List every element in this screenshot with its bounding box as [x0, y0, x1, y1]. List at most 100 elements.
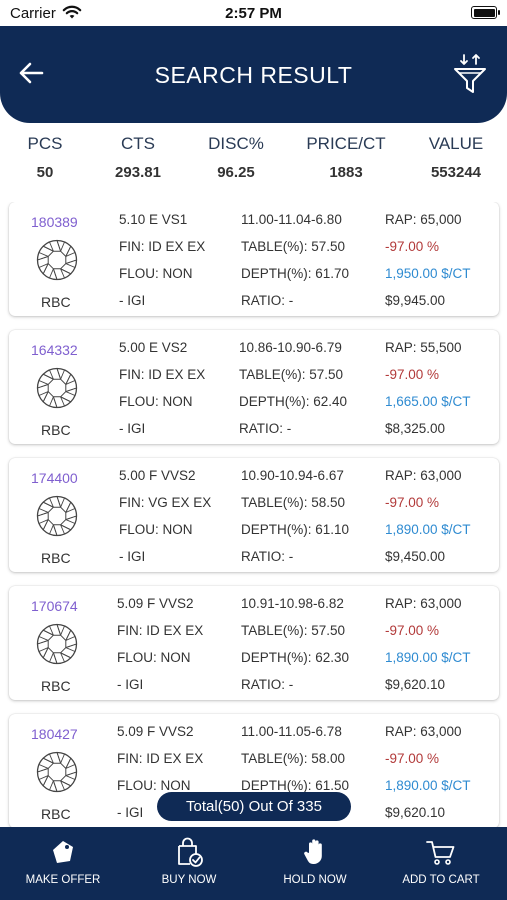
fluorescence: FLOU: NON: [119, 522, 193, 537]
lab: - IGI: [119, 421, 146, 436]
measurements: 10.86-10.90-6.79: [239, 340, 342, 355]
lab: - IGI: [117, 805, 144, 820]
discount-percent: -97.00 %: [385, 751, 440, 766]
depth-percent: DEPTH(%): 62.30: [241, 650, 350, 665]
summary-label: PRICE/CT: [306, 134, 386, 153]
rap-price: RAP: 63,000: [385, 724, 462, 739]
stone-card[interactable]: 170674 RBC 5.09 F VVS2 FIN: ID EX EX FLOU: N…: [9, 586, 499, 700]
table-percent: TABLE(%): 57.50: [239, 367, 344, 382]
price-per-carat: 1,665.00 $/CT: [385, 394, 471, 409]
summary-label: PCS: [27, 134, 63, 153]
carat-color-clarity: 5.09 F VVS2: [117, 596, 194, 611]
stone-shape: RBC: [41, 294, 71, 310]
discount-percent: -97.00 %: [385, 623, 440, 638]
make-offer-label: MAKE OFFER: [25, 874, 101, 886]
round-diamond-icon: [36, 367, 78, 409]
ratio: RATIO: -: [241, 293, 294, 308]
tag-icon: [53, 841, 73, 863]
stone-id-link[interactable]: 180389: [31, 214, 78, 230]
app-header: SEARCH RESULT: [0, 26, 507, 123]
stone-id-link[interactable]: 180427: [31, 726, 78, 742]
stone-list[interactable]: 180389 RBC 5.10 E VS1 FIN: ID EX EX FLOU: NO…: [0, 202, 507, 827]
make-offer-button[interactable]: MAKE OFFER: [0, 827, 126, 900]
stone-shape: RBC: [41, 678, 71, 694]
stone-card[interactable]: 164332 RBC 5.00 E VS2 FIN: ID EX EX FLOU: NO…: [9, 330, 499, 444]
cart-icon: [426, 841, 455, 865]
fluorescence: FLOU: NON: [117, 650, 191, 665]
stone-id-link[interactable]: 170674: [31, 598, 78, 614]
clock: 2:57 PM: [225, 5, 282, 22]
summary-value: 553244: [430, 164, 482, 181]
total-amount: $9,620.10: [385, 677, 446, 692]
rap-price: RAP: 55,500: [385, 340, 462, 355]
finish: FIN: ID EX EX: [119, 367, 206, 382]
fluorescence: FLOU: NON: [119, 266, 193, 281]
add-to-cart-button[interactable]: ADD TO CART: [378, 827, 504, 900]
carat-color-clarity: 5.10 E VS1: [119, 212, 188, 227]
ratio: RATIO: -: [241, 677, 294, 692]
summary-value-total: VALUE 553244: [414, 134, 498, 181]
finish: FIN: ID EX EX: [117, 751, 204, 766]
ratio: RATIO: -: [239, 421, 292, 436]
discount-percent: -97.00 %: [385, 239, 440, 254]
total-amount: $9,450.00: [385, 549, 446, 564]
summary-disc: DISC% 96.25: [196, 134, 276, 181]
summary-bar: PCS 50 CTS 293.81 DISC% 96.25 PRICE/CT 1…: [0, 134, 507, 192]
hold-now-button[interactable]: HOLD NOW: [252, 827, 378, 900]
stone-shape: RBC: [41, 422, 71, 438]
finish: FIN: ID EX EX: [117, 623, 204, 638]
page-title: SEARCH RESULT: [154, 62, 353, 88]
filter-sort-icon[interactable]: [453, 52, 487, 94]
lab: - IGI: [119, 549, 146, 564]
measurements: 10.90-10.94-6.67: [241, 468, 344, 483]
status-bar: Carrier 2:57 PM: [0, 0, 507, 26]
stone-card[interactable]: 180389 RBC 5.10 E VS1 FIN: ID EX EX FLOU: NO…: [9, 202, 499, 316]
table-percent: TABLE(%): 58.00: [241, 751, 346, 766]
finish: FIN: ID EX EX: [119, 239, 206, 254]
summary-value: 50: [36, 164, 54, 181]
stone-shape: RBC: [41, 550, 71, 566]
summary-value: 1883: [329, 164, 363, 181]
buy-now-label: BUY NOW: [161, 874, 217, 886]
hold-now-label: HOLD NOW: [283, 874, 347, 886]
price-per-carat: 1,890.00 $/CT: [385, 522, 471, 537]
carat-color-clarity: 5.00 E VS2: [119, 340, 188, 355]
round-diamond-icon: [36, 239, 78, 281]
shopping-bag-check-icon: [178, 837, 203, 867]
summary-pcs: PCS 50: [20, 134, 70, 181]
round-diamond-icon: [36, 623, 78, 665]
buy-now-button[interactable]: BUY NOW: [126, 827, 252, 900]
depth-percent: DEPTH(%): 62.40: [239, 394, 348, 409]
stone-id-link[interactable]: 174400: [31, 470, 78, 486]
rap-price: RAP: 63,000: [385, 596, 462, 611]
carat-color-clarity: 5.09 F VVS2: [117, 724, 194, 739]
carat-color-clarity: 5.00 F VVS2: [119, 468, 196, 483]
total-amount: $9,945.00: [385, 293, 446, 308]
discount-percent: -97.00 %: [385, 367, 440, 382]
rap-price: RAP: 65,000: [385, 212, 462, 227]
summary-label: VALUE: [428, 134, 484, 153]
table-percent: TABLE(%): 57.50: [241, 623, 346, 638]
round-diamond-icon: [36, 751, 78, 793]
price-per-carat: 1,890.00 $/CT: [385, 650, 471, 665]
stone-shape: RBC: [41, 806, 71, 822]
depth-percent: DEPTH(%): 61.70: [241, 266, 350, 281]
battery-icon: [471, 6, 500, 19]
depth-percent: DEPTH(%): 61.10: [241, 522, 350, 537]
price-per-carat: 1,950.00 $/CT: [385, 266, 471, 281]
add-to-cart-label: ADD TO CART: [402, 874, 480, 886]
summary-value: 96.25: [217, 164, 255, 181]
rap-price: RAP: 63,000: [385, 468, 462, 483]
stone-card[interactable]: 174400 RBC 5.00 F VVS2 FIN: VG EX EX FLOU: N…: [9, 458, 499, 572]
hand-icon: [304, 839, 322, 864]
lab: - IGI: [117, 677, 144, 692]
price-per-carat: 1,890.00 $/CT: [385, 778, 471, 793]
summary-value: 293.81: [115, 164, 161, 181]
stone-id-link[interactable]: 164332: [31, 342, 78, 358]
lab: - IGI: [119, 293, 146, 308]
measurements: 11.00-11.04-6.80: [241, 212, 342, 227]
fluorescence: FLOU: NON: [117, 778, 191, 793]
bottom-action-bar: MAKE OFFER BUY NOW HOLD NOW ADD TO CART: [0, 827, 507, 900]
ratio: RATIO: -: [241, 549, 294, 564]
table-percent: TABLE(%): 57.50: [241, 239, 346, 254]
